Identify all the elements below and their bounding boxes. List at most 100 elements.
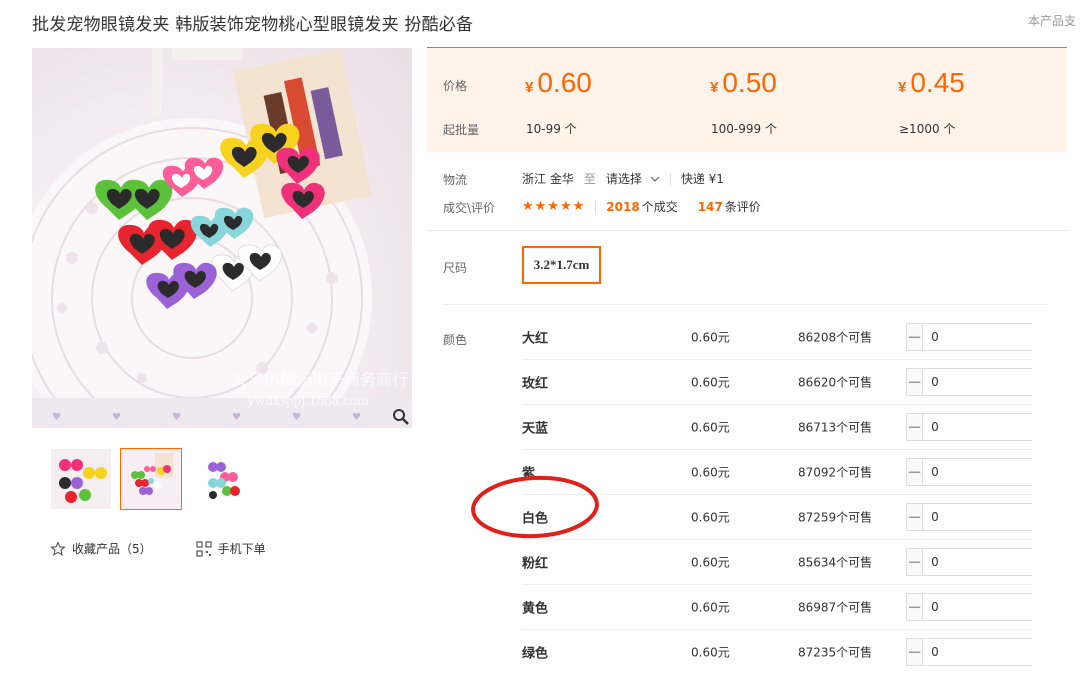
thumbnail-3[interactable] [190, 448, 252, 510]
product-actions: 收藏产品（5） 手机下单 [50, 540, 310, 557]
color-row-red: 大红 0.60元 86208个可售 − + [522, 315, 1080, 360]
quantity-input[interactable] [923, 504, 1080, 530]
decrement-button[interactable]: − [907, 639, 924, 665]
rating-stars: ★★★★★ [522, 199, 586, 214]
mobile-order-button[interactable]: 手机下单 [196, 540, 266, 557]
color-price: 0.60元 [691, 645, 730, 660]
decrement-button[interactable]: − [907, 549, 924, 575]
svg-text:♥: ♥ [352, 412, 361, 423]
destination-select[interactable]: 请选择 [606, 170, 660, 187]
color-label: 颜色 [443, 333, 468, 347]
to-text: 至 [583, 172, 596, 186]
divider [443, 304, 1047, 305]
decrement-button[interactable]: − [907, 459, 924, 485]
decrement-button[interactable]: − [907, 414, 924, 440]
color-name: 黄色 [522, 601, 549, 617]
divider [427, 230, 1067, 231]
reviews-count: 147 [697, 200, 723, 214]
decrement-button[interactable]: − [907, 369, 924, 395]
decrement-button[interactable]: − [907, 594, 924, 620]
quantity-stepper: − + [906, 503, 1080, 531]
quantity-input[interactable] [923, 324, 1080, 350]
svg-text:♥: ♥ [52, 412, 61, 423]
qty-tier-3: ≥1000 个 [899, 122, 956, 136]
quantity-input[interactable] [923, 594, 1080, 620]
divider [669, 172, 671, 185]
color-price: 0.60元 [691, 375, 730, 390]
decrement-button[interactable]: − [907, 324, 924, 350]
watermark-url: ywdxsppj.1688.com [247, 393, 369, 409]
magnifier-icon[interactable] [392, 408, 410, 426]
logistics-label: 物流 [443, 173, 468, 187]
quantity-stepper: − + [906, 548, 1080, 576]
report-link[interactable]: 本产品支 [1028, 12, 1076, 29]
quantity-stepper: − + [906, 413, 1080, 441]
color-stock: 87235个可售 [798, 645, 873, 660]
annotation-circle [471, 475, 599, 539]
quantity-stepper: − + [906, 458, 1080, 486]
deals-count: 2018 [606, 200, 640, 214]
watermark-text: 义乌市酷玩电子商务商行 [232, 370, 409, 389]
price-value: 0.45 [910, 67, 965, 98]
decrement-button[interactable]: − [907, 504, 924, 530]
svg-text:♥: ♥ [112, 412, 121, 423]
destination-label: 请选择 [605, 172, 642, 186]
quantity-stepper: − + [906, 638, 1080, 666]
color-stock: 85634个可售 [798, 555, 873, 570]
price-value: 0.60 [537, 67, 592, 98]
mobile-order-label: 手机下单 [217, 542, 266, 556]
price-label: 价格 [443, 79, 468, 93]
price-tier-1: ¥0.60 [525, 67, 592, 99]
main-product-image[interactable]: ♥ ♥ ♥ ♥ ♥ ♥ 义乌市酷玩电子商务商行 ywdxsppj.1688.com [32, 48, 412, 428]
qrcode-icon [196, 540, 212, 557]
color-name: 大红 [522, 331, 549, 347]
quantity-input[interactable] [923, 639, 1080, 665]
color-price: 0.60元 [691, 465, 730, 480]
origin-text: 浙江 金华 [522, 172, 574, 186]
color-stock: 87259个可售 [798, 510, 873, 525]
favorite-button[interactable]: 收藏产品（5） [50, 540, 152, 557]
color-row-green: 绿色 0.60元 87235个可售 − + [522, 630, 1080, 675]
currency-symbol: ¥ [898, 79, 907, 96]
color-row-rose: 玫红 0.60元 86620个可售 − + [522, 360, 1080, 405]
deals-suffix: 个成交 [641, 200, 678, 214]
size-label: 尺码 [443, 261, 468, 275]
color-row-yellow: 黄色 0.60元 86987个可售 − + [522, 585, 1080, 630]
qty-tier-2: 100-999 个 [711, 122, 777, 136]
quantity-input[interactable] [923, 459, 1080, 485]
color-name: 粉红 [522, 556, 549, 572]
thumbnail-strip [50, 448, 252, 510]
currency-symbol: ¥ [525, 79, 534, 96]
color-name: 天蓝 [522, 421, 549, 437]
logistics-info: 浙江 金华 至 请选择 快递 ¥1 [522, 170, 724, 187]
divider [595, 200, 597, 213]
thumbnail-2[interactable] [120, 448, 182, 510]
color-price: 0.60元 [691, 555, 730, 570]
deals-info: ★★★★★ 2018 个成交 147 条评价 [522, 198, 761, 215]
quantity-input[interactable] [923, 369, 1080, 395]
deals-count-link[interactable]: 2018 个成交 [606, 198, 677, 215]
color-stock: 87092个可售 [798, 465, 873, 480]
quantity-stepper: − + [906, 368, 1080, 396]
quantity-stepper: − + [906, 593, 1080, 621]
thumbnail-1[interactable] [50, 448, 112, 510]
price-panel: 价格 起批量 ¥0.60 ¥0.50 ¥0.45 10-99 个 100-999… [427, 47, 1067, 152]
reviews-suffix: 条评价 [724, 200, 761, 214]
color-stock: 86713个可售 [798, 420, 873, 435]
svg-text:♥: ♥ [232, 412, 241, 423]
size-option[interactable]: 3.2*1.7cm [522, 246, 601, 284]
color-price: 0.60元 [691, 330, 730, 345]
star-outline-icon [50, 540, 66, 556]
color-price: 0.60元 [691, 600, 730, 615]
color-price: 0.60元 [691, 420, 730, 435]
reviews-count-link[interactable]: 147 条评价 [698, 198, 761, 215]
quantity-stepper: − + [906, 323, 1080, 351]
currency-symbol: ¥ [710, 79, 719, 96]
color-stock: 86987个可售 [798, 600, 873, 615]
chevron-down-icon [650, 176, 660, 182]
quantity-input[interactable] [923, 414, 1080, 440]
svg-text:♥: ♥ [172, 412, 181, 423]
shipping-fee: 快递 ¥1 [680, 172, 724, 186]
color-name: 玫红 [522, 376, 549, 392]
quantity-input[interactable] [923, 549, 1080, 575]
